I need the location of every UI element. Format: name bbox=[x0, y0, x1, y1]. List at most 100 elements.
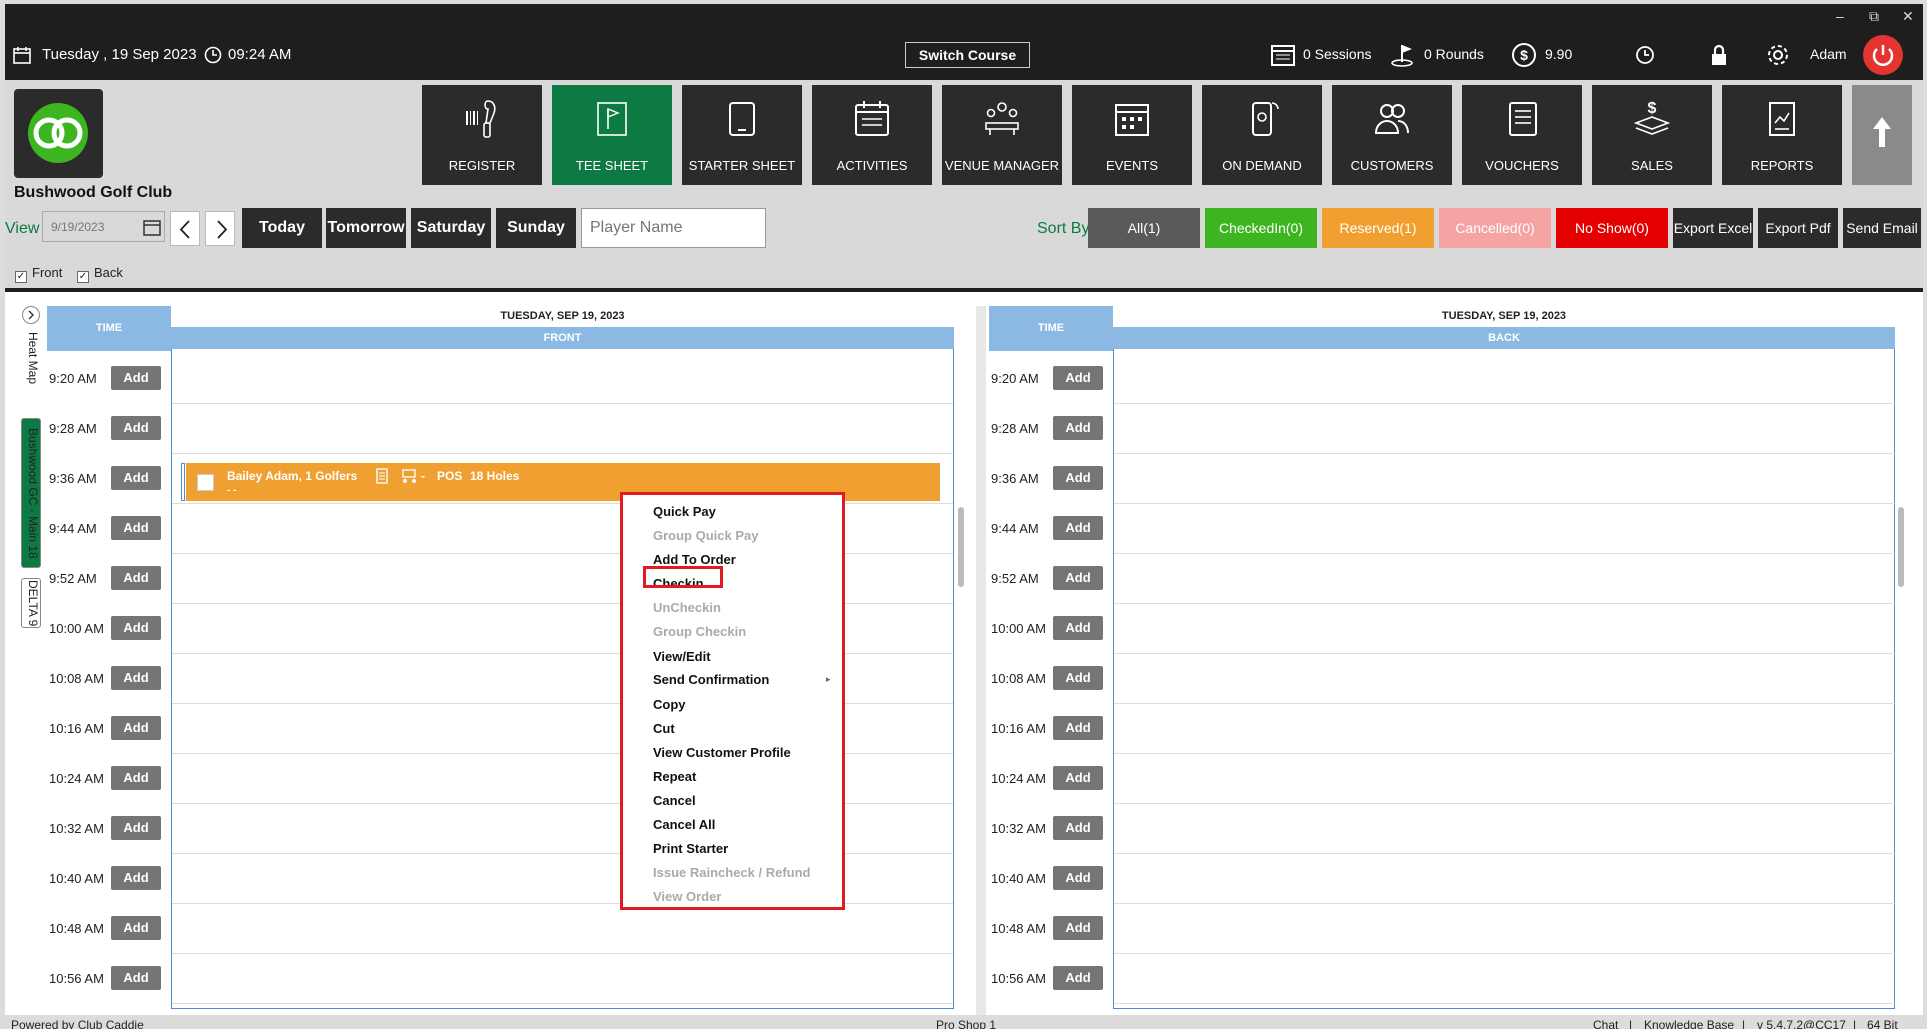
tomorrow-button[interactable]: Tomorrow bbox=[326, 208, 406, 248]
player-name-input[interactable] bbox=[581, 208, 766, 248]
title-bar: – ⧉ ✕ Tuesday , 19 Sep 2023 09:24 AM Swi… bbox=[5, 4, 1923, 80]
date-picker[interactable]: 9/19/2023 bbox=[42, 211, 165, 242]
next-day-button[interactable] bbox=[205, 211, 235, 246]
export-excel-button[interactable]: Export Excel bbox=[1673, 208, 1753, 248]
back-time-slot: 10:40 AM bbox=[991, 871, 1046, 886]
back-add-button[interactable]: Add bbox=[1053, 966, 1103, 990]
menu-item-cancel[interactable]: Cancel bbox=[653, 793, 696, 808]
back-add-button[interactable]: Add bbox=[1053, 516, 1103, 540]
nav-register[interactable]: REGISTER bbox=[422, 85, 542, 185]
minimize-button[interactable]: – bbox=[1836, 8, 1844, 24]
back-add-button[interactable]: Add bbox=[1053, 366, 1103, 390]
back-add-button[interactable]: Add bbox=[1053, 866, 1103, 890]
front-row-divider bbox=[172, 453, 953, 454]
prev-day-button[interactable] bbox=[170, 211, 200, 246]
front-add-button[interactable]: Add bbox=[111, 966, 161, 990]
back-checkbox[interactable]: ✓ Back bbox=[77, 265, 123, 283]
nav-on-demand[interactable]: ON DEMAND bbox=[1202, 85, 1322, 185]
chat-link[interactable]: Chat bbox=[1593, 1018, 1618, 1029]
front-add-button[interactable]: Add bbox=[111, 616, 161, 640]
menu-item-view-edit[interactable]: View/Edit bbox=[653, 649, 711, 664]
back-add-button[interactable]: Add bbox=[1053, 666, 1103, 690]
bitness-text: 64 Bit bbox=[1867, 1018, 1898, 1029]
nav-tee-sheet[interactable]: TEE SHEET bbox=[552, 85, 672, 185]
front-add-button[interactable]: Add bbox=[111, 416, 161, 440]
booking-select-checkbox[interactable] bbox=[197, 474, 214, 491]
sunday-button[interactable]: Sunday bbox=[496, 208, 576, 248]
mobile-icon bbox=[1252, 102, 1279, 136]
close-button[interactable]: ✕ bbox=[1902, 8, 1914, 25]
front-add-button[interactable]: Add bbox=[111, 716, 161, 740]
filter-reserved-button[interactable]: Reserved(1) bbox=[1322, 208, 1434, 248]
menu-item-view-customer-profile[interactable]: View Customer Profile bbox=[653, 745, 791, 760]
nav-events[interactable]: EVENTS bbox=[1072, 85, 1192, 185]
back-add-button[interactable]: Add bbox=[1053, 566, 1103, 590]
nav-reports[interactable]: REPORTS bbox=[1722, 85, 1842, 185]
submenu-arrow-icon: ▸ bbox=[826, 674, 831, 684]
heat-map-toggle[interactable] bbox=[22, 306, 40, 324]
front-checkbox[interactable]: ✓ Front bbox=[15, 265, 62, 283]
front-scrollbar[interactable] bbox=[958, 507, 964, 587]
menu-item-print-starter[interactable]: Print Starter bbox=[653, 841, 728, 856]
switch-course-button[interactable]: Switch Course bbox=[905, 42, 1030, 68]
front-add-button[interactable]: Add bbox=[111, 766, 161, 790]
collapse-nav-button[interactable] bbox=[1852, 85, 1912, 185]
front-add-button[interactable]: Add bbox=[111, 366, 161, 390]
front-add-button[interactable]: Add bbox=[111, 816, 161, 840]
booking-separator: - bbox=[421, 469, 425, 483]
export-pdf-button[interactable]: Export Pdf bbox=[1758, 208, 1838, 248]
nav-sales[interactable]: $ SALES bbox=[1592, 85, 1712, 185]
calendar-list-icon bbox=[855, 101, 889, 136]
back-scrollbar[interactable] bbox=[1898, 507, 1904, 587]
filter-checkedin-button[interactable]: CheckedIn(0) bbox=[1205, 208, 1317, 248]
menu-item-send-confirmation[interactable]: Send Confirmation bbox=[653, 672, 769, 687]
menu-item-quick-pay[interactable]: Quick Pay bbox=[653, 504, 716, 519]
nav-activities[interactable]: ACTIVITIES bbox=[812, 85, 932, 185]
lock-icon[interactable] bbox=[1709, 44, 1729, 66]
front-add-button[interactable]: Add bbox=[111, 916, 161, 940]
menu-item-cancel-all[interactable]: Cancel All bbox=[653, 817, 715, 832]
svg-text:$: $ bbox=[1648, 100, 1657, 117]
front-add-button[interactable]: Add bbox=[111, 566, 161, 590]
back-add-button[interactable]: Add bbox=[1053, 716, 1103, 740]
filter-cancelled-button[interactable]: Cancelled(0) bbox=[1439, 208, 1551, 248]
front-add-button[interactable]: Add bbox=[111, 666, 161, 690]
back-time-slot: 10:32 AM bbox=[991, 821, 1046, 836]
booking-drag-handle[interactable] bbox=[181, 463, 185, 501]
front-add-button[interactable]: Add bbox=[111, 466, 161, 490]
settings-gear-icon[interactable] bbox=[1765, 42, 1791, 68]
menu-item-copy[interactable]: Copy bbox=[653, 697, 686, 712]
course-tab-delta-9[interactable]: DELTA 9 bbox=[21, 578, 41, 628]
back-add-button[interactable]: Add bbox=[1053, 466, 1103, 490]
back-add-button[interactable]: Add bbox=[1053, 916, 1103, 940]
restore-button[interactable]: ⧉ bbox=[1869, 8, 1879, 25]
history-clock-icon[interactable] bbox=[1635, 45, 1655, 65]
menu-item-view-order: View Order bbox=[653, 889, 722, 904]
power-button[interactable] bbox=[1863, 35, 1903, 75]
back-add-button[interactable]: Add bbox=[1053, 816, 1103, 840]
menu-item-add-to-order[interactable]: Add To Order bbox=[653, 552, 736, 567]
front-add-button[interactable]: Add bbox=[111, 866, 161, 890]
today-button[interactable]: Today bbox=[242, 208, 322, 248]
filter-noshow-button[interactable]: No Show(0) bbox=[1556, 208, 1668, 248]
knowledge-base-link[interactable]: Knowledge Base bbox=[1644, 1018, 1734, 1029]
menu-item-repeat[interactable]: Repeat bbox=[653, 769, 696, 784]
menu-item-cut[interactable]: Cut bbox=[653, 721, 675, 736]
filter-all-button[interactable]: All(1) bbox=[1088, 208, 1200, 248]
back-add-button[interactable]: Add bbox=[1053, 416, 1103, 440]
panel-splitter[interactable] bbox=[976, 306, 986, 1016]
heat-map-tab[interactable]: Heat Map bbox=[22, 328, 40, 388]
calendar-picker-icon[interactable] bbox=[143, 218, 161, 236]
send-email-button[interactable]: Send Email bbox=[1843, 208, 1921, 248]
nav-customers[interactable]: CUSTOMERS bbox=[1332, 85, 1452, 185]
nav-venue-manager[interactable]: VENUE MANAGER bbox=[942, 85, 1062, 185]
front-add-button[interactable]: Add bbox=[111, 516, 161, 540]
course-tab-main-18[interactable]: Bushwood GC - Main 18 bbox=[21, 418, 41, 568]
back-add-button[interactable]: Add bbox=[1053, 616, 1103, 640]
chevron-right-icon bbox=[28, 310, 34, 320]
back-add-button[interactable]: Add bbox=[1053, 766, 1103, 790]
saturday-button[interactable]: Saturday bbox=[411, 208, 491, 248]
nav-register-label: REGISTER bbox=[448, 158, 516, 173]
nav-vouchers[interactable]: VOUCHERS bbox=[1462, 85, 1582, 185]
nav-starter-sheet[interactable]: STARTER SHEET bbox=[682, 85, 802, 185]
